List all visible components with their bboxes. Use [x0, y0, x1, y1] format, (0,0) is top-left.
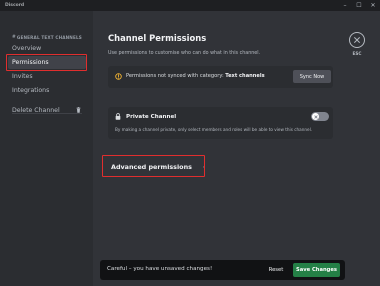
close-icon [354, 37, 360, 43]
maximize-button[interactable]: ☐ [352, 0, 366, 11]
settings-sidebar: # GENERAL TEXT CHANNELS Overview Permiss… [0, 11, 93, 286]
title-bar: Discord – ☐ ✕ [0, 0, 380, 11]
page-title: Channel Permissions [108, 33, 207, 43]
channel-hash-icon: # [12, 35, 16, 40]
chevron-right-icon [202, 165, 204, 168]
unsaved-changes-bar: Careful – you have unsaved changes! Rese… [100, 260, 345, 280]
private-channel-toggle[interactable] [311, 112, 329, 121]
page-description: Use permissions to customise who can do … [108, 51, 261, 56]
sidebar-item-label: Permissions [12, 59, 49, 66]
toggle-knob [312, 113, 319, 120]
sync-status-prefix: Permissions not synced with category: [126, 73, 226, 79]
channel-permissions-panel: Channel Permissions Use permissions to c… [93, 11, 380, 286]
sync-category-name: Text channels [225, 73, 265, 79]
minimize-button[interactable]: – [338, 0, 352, 11]
advanced-permissions-link[interactable]: Advanced permissions [109, 160, 204, 173]
app-title: Discord [5, 3, 25, 8]
sidebar-item-delete-channel[interactable]: Delete Channel [8, 104, 86, 117]
sidebar-section-header: # GENERAL TEXT CHANNELS [12, 35, 82, 40]
advanced-permissions-label: Advanced permissions [111, 162, 192, 171]
sync-status-text: Permissions not synced with category: Te… [126, 73, 265, 79]
close-window-button[interactable]: ✕ [366, 0, 380, 11]
trash-icon [76, 107, 81, 113]
sidebar-item-label: Invites [12, 73, 33, 80]
sidebar-item-label: Overview [12, 45, 42, 52]
private-channel-description: By making a channel private, only select… [115, 127, 313, 132]
sidebar-item-overview[interactable]: Overview [8, 42, 86, 55]
window-controls: – ☐ ✕ [338, 0, 380, 11]
save-changes-button[interactable]: Save Changes [293, 263, 340, 277]
sidebar-section-title: GENERAL TEXT CHANNELS [16, 35, 82, 40]
private-channel-title: Private Channel [126, 114, 177, 120]
sync-permissions-card: Permissions not synced with category: Te… [108, 66, 333, 88]
reset-button[interactable]: Reset [265, 264, 287, 276]
private-channel-card: Private Channel By making a channel priv… [108, 107, 333, 139]
sidebar-item-invites[interactable]: Invites [8, 70, 86, 83]
x-icon [313, 114, 318, 119]
sidebar-item-permissions[interactable]: Permissions [8, 56, 86, 69]
sidebar-item-label: Integrations [12, 87, 50, 94]
esc-label: ESC [352, 51, 362, 56]
sidebar-item-label: Delete Channel [12, 107, 60, 114]
sync-now-button[interactable]: Sync Now [293, 70, 331, 83]
lock-icon [115, 113, 121, 120]
sync-warning-icon [115, 73, 122, 80]
sidebar-item-integrations[interactable]: Integrations [8, 84, 86, 97]
unsaved-changes-message: Careful – you have unsaved changes! [107, 266, 213, 272]
close-settings-button[interactable] [349, 32, 365, 48]
